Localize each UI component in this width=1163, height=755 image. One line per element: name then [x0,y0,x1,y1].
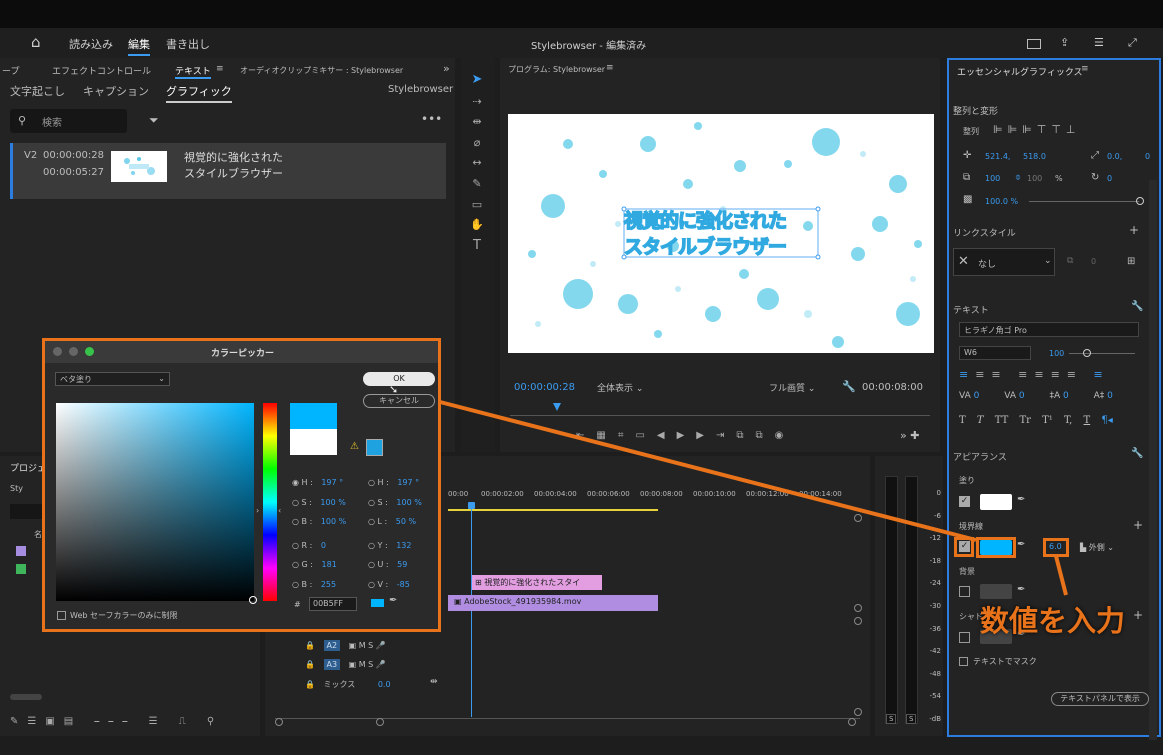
hsl-h-row[interactable]: ○ H : 197 ° [368,473,422,493]
yuv-v-value[interactable]: -85 [397,580,410,589]
rgb-g-row[interactable]: ○ G : 181 [292,555,346,575]
yuv-u-value[interactable]: 59 [397,560,407,569]
yuv-u-row[interactable]: ○ U : 59 [368,555,422,575]
hsb-fields: ◉ H : 197 ° ○ S : 100 % ○ B : 100 % ○ R … [292,473,346,594]
new-color-swatch [290,403,337,429]
rgb-b-value[interactable]: 255 [321,580,336,589]
hsb-s-row[interactable]: ○ S : 100 % [292,493,346,513]
rgb-r-value[interactable]: 0 [321,541,326,550]
hue-slider[interactable] [263,403,277,601]
chevron-down-icon: ⌄ [158,374,165,383]
yuv-u-key: U : [377,560,389,569]
hsl-s-key: S : [377,497,388,507]
fill-mode-select[interactable]: ベタ塗り ⌄ [55,372,170,386]
fill-mode-value: ベタ塗り [60,375,92,384]
rgb-r-key: R : [301,540,313,550]
zoom-dot-icon[interactable] [85,347,94,356]
ok-button[interactable]: OK [363,372,435,386]
hex-input[interactable]: 00B5FF [309,597,357,611]
hsl-h-key: H : [377,478,389,487]
yuv-y-value[interactable]: 132 [396,541,411,550]
hsl-l-row[interactable]: ○ L : 50 % [368,512,422,532]
cancel-button[interactable]: キャンセル [363,394,435,408]
rgb-g-key: G : [301,560,313,569]
hsl-s-row[interactable]: ○ S : 100 % [368,493,422,513]
hsb-h-key: H : [301,478,313,487]
color-picker-dialog: カラーピッカー ベタ塗り ⌄ OK ➘ キャンセル › ‹ ⚠ ◉ H : 197… [42,338,441,632]
rgb-b-key: B : [301,579,313,589]
picker-eyedropper-icon[interactable]: ✒ [389,595,397,606]
hsb-b-key: B : [301,517,313,526]
minimize-dot-icon[interactable] [69,347,78,356]
picker-title: カラーピッカー [211,349,275,359]
hue-left-arrow-icon[interactable]: › [256,506,259,515]
rgb-g-value[interactable]: 181 [322,560,337,569]
hsb-b-value[interactable]: 100 % [321,517,346,526]
hex-label: # [294,600,301,609]
warning-icon: ⚠ [350,441,359,452]
picker-titlebar: カラーピッカー [45,341,438,363]
close-dot-icon[interactable] [53,347,62,356]
yuv-v-key: V : [377,579,389,589]
hsl-l-key: L : [377,517,388,526]
yuv-y-row[interactable]: ○ Y : 132 [368,536,422,556]
color-target[interactable] [249,596,257,604]
yuv-v-row[interactable]: ○ V : -85 [368,575,422,595]
old-color-swatch [290,429,337,455]
hex-color-chip [371,599,384,607]
annotation-text: 数値を入力 [980,604,1126,638]
rgb-b-row[interactable]: ○ B : 255 [292,575,346,595]
hsl-l-value[interactable]: 50 % [396,517,416,526]
hsl-h-value[interactable]: 197 ° [397,478,419,487]
hsb-h-value[interactable]: 197 ° [321,478,343,487]
hue-right-arrow-icon[interactable]: ‹ [278,506,281,515]
hsb-h-row[interactable]: ◉ H : 197 ° [292,473,346,493]
websafe-label: Web セーフカラーのみに制限 [70,611,178,620]
hsl-s-value[interactable]: 100 % [396,498,421,507]
yuv-y-key: Y : [377,540,388,550]
saturation-field[interactable] [56,403,254,601]
hsb-s-value[interactable]: 100 % [320,498,345,507]
gamut-swatch[interactable] [366,439,383,456]
hsb-b-row[interactable]: ○ B : 100 % [292,512,346,532]
rgb-r-row[interactable]: ○ R : 0 [292,536,346,556]
hsl-fields: ○ H : 197 ° ○ S : 100 % ○ L : 50 % ○ Y :… [368,473,422,594]
hsb-s-key: S : [301,497,312,507]
websafe-checkbox[interactable] [57,611,66,620]
